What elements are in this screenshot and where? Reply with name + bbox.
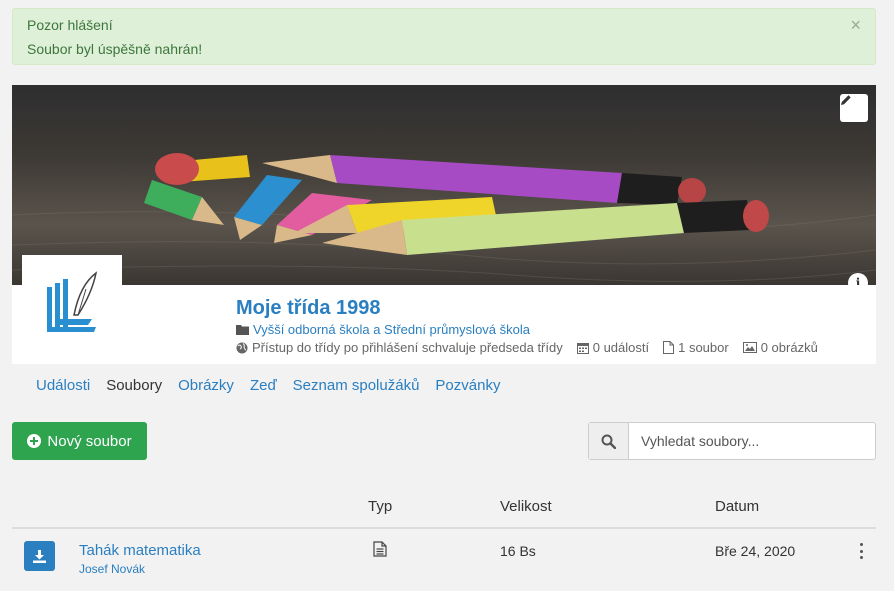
plus-circle-icon bbox=[27, 434, 42, 448]
tab-files[interactable]: Soubory bbox=[106, 377, 162, 394]
download-button[interactable] bbox=[24, 541, 55, 571]
alert-message: Soubor byl úspěšně nahrán! bbox=[27, 41, 203, 57]
class-tabs: Události Soubory Obrázky Zeď Seznam spol… bbox=[36, 377, 500, 394]
new-file-button[interactable]: Nový soubor bbox=[12, 422, 147, 460]
column-date: Datum bbox=[715, 498, 760, 515]
file-date: Bře 24, 2020 bbox=[715, 543, 796, 559]
tab-classmates[interactable]: Seznam spolužáků bbox=[293, 377, 420, 394]
school-name[interactable]: Vyšší odborná škola a Střední průmyslová… bbox=[253, 322, 530, 337]
column-size: Velikost bbox=[500, 498, 552, 515]
image-icon bbox=[742, 342, 757, 353]
alert-title: Pozor hlášení bbox=[27, 17, 113, 33]
search-icon bbox=[601, 434, 616, 449]
school-logo bbox=[22, 255, 122, 364]
class-meta: Přístup do třídy po přihlášení schvaluje… bbox=[236, 340, 818, 355]
file-size: 16 Bs bbox=[500, 543, 536, 559]
folder-icon bbox=[236, 325, 249, 335]
school-logo-icon bbox=[47, 271, 98, 332]
globe-icon bbox=[236, 342, 248, 353]
calendar-icon bbox=[576, 342, 589, 354]
tab-events[interactable]: Události bbox=[36, 377, 90, 394]
file-search bbox=[588, 422, 876, 460]
new-file-label: Nový soubor bbox=[47, 432, 132, 450]
edit-cover-button[interactable] bbox=[840, 94, 868, 122]
pencils-illustration bbox=[12, 85, 876, 285]
file-icon bbox=[663, 341, 675, 354]
school-link[interactable]: Vyšší odborná škola a Střední průmyslová… bbox=[236, 322, 530, 337]
images-count: 0 obrázků bbox=[760, 340, 818, 355]
search-input[interactable] bbox=[629, 423, 875, 459]
success-alert: Pozor hlášení Soubor byl úspěšně nahrán!… bbox=[12, 8, 876, 65]
download-icon bbox=[33, 549, 46, 563]
tab-invitations[interactable]: Pozvánky bbox=[435, 377, 500, 394]
events-count: 0 událostí bbox=[592, 340, 650, 355]
tab-images[interactable]: Obrázky bbox=[178, 377, 234, 394]
class-title[interactable]: Moje třída 1998 bbox=[236, 297, 381, 320]
search-icon-addon bbox=[589, 423, 629, 459]
row-menu-icon[interactable] bbox=[857, 543, 865, 559]
alert-close-icon[interactable]: × bbox=[850, 15, 861, 36]
column-type: Typ bbox=[368, 498, 393, 515]
access-info: Přístup do třídy po přihlášení schvaluje… bbox=[252, 340, 563, 355]
file-author-link[interactable]: Josef Novák bbox=[79, 562, 145, 576]
file-text-icon bbox=[373, 541, 387, 557]
table-header-divider bbox=[12, 527, 876, 529]
file-name-link[interactable]: Tahák matematika bbox=[79, 542, 201, 559]
cover-image: i bbox=[12, 85, 876, 285]
files-count: 1 soubor bbox=[678, 340, 729, 355]
tab-wall[interactable]: Zeď bbox=[250, 377, 277, 394]
pencil-icon bbox=[841, 95, 851, 105]
